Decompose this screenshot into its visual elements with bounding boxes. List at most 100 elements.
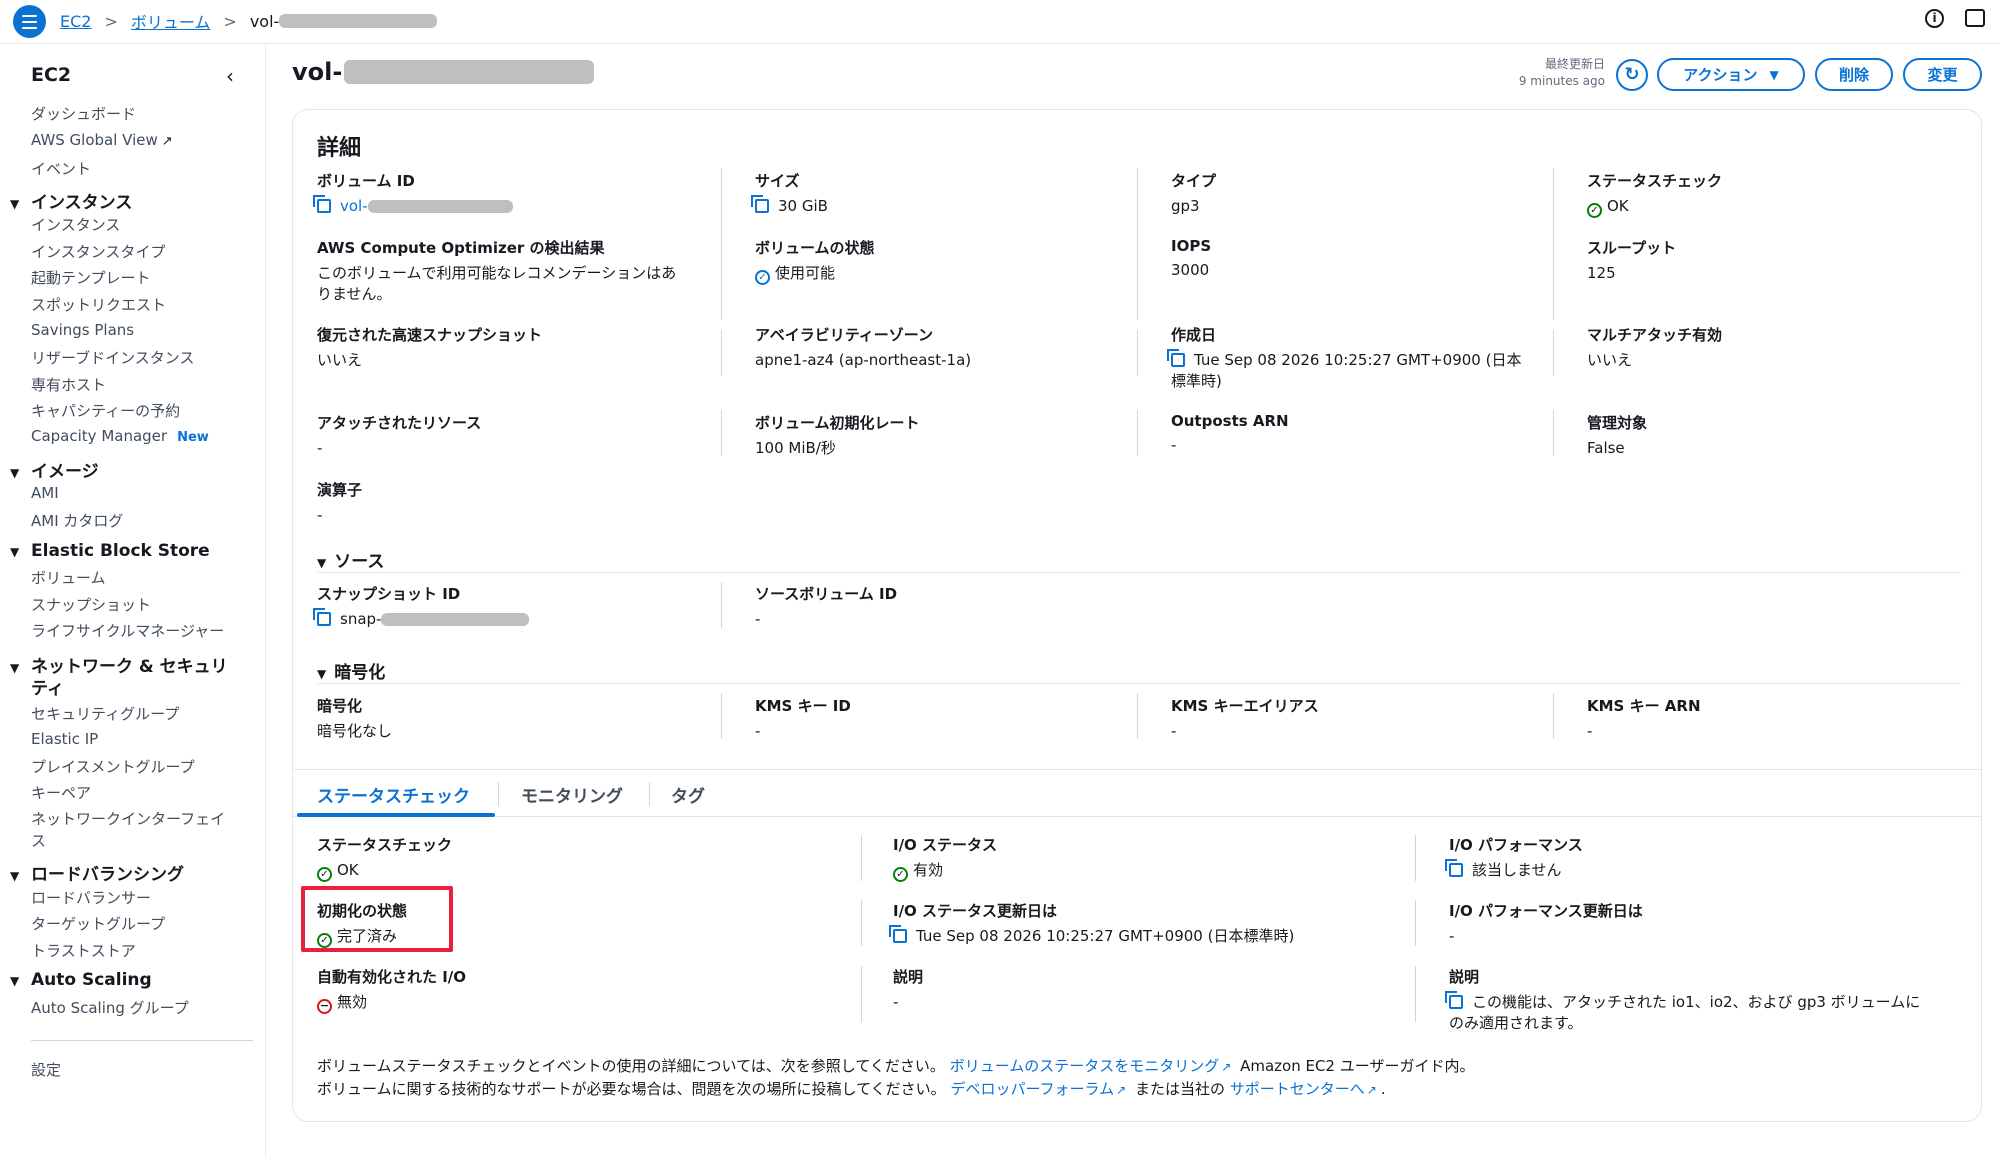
sidebar-item-key-pairs[interactable]: キーペア <box>31 782 91 803</box>
column-divider <box>721 168 722 320</box>
modify-button[interactable]: 変更 <box>1903 58 1982 91</box>
field-value: 100 MiB/秒 <box>755 439 836 457</box>
field-throughput: スループット 125 <box>1587 237 1676 284</box>
column-divider <box>1137 410 1138 456</box>
sidebar-section-label: Elastic Block Store <box>31 541 210 561</box>
sidebar-item-network-interfaces[interactable]: ネットワークインターフェイ <box>31 808 225 829</box>
field-description: 説明 - <box>893 966 923 1013</box>
copy-icon[interactable] <box>751 195 769 213</box>
menu-icon[interactable] <box>13 5 46 38</box>
copy-icon[interactable] <box>1445 991 1463 1009</box>
encryption-section-toggle[interactable]: ▼ 暗号化 <box>317 658 385 683</box>
breadcrumb-current: vol- <box>249 11 280 31</box>
sidebar-item-label: Capacity Manager <box>31 427 168 445</box>
field-label: 作成日 <box>1171 326 1217 344</box>
sidebar-item-settings[interactable]: 設定 <box>31 1059 61 1080</box>
field-label: 暗号化 <box>317 697 363 715</box>
sidebar-item-capacity-reservations[interactable]: キャパシティーの予約 <box>31 400 180 421</box>
minus-circle-icon: − <box>317 999 332 1014</box>
copy-icon[interactable] <box>313 608 331 626</box>
footer-text: . <box>1380 1080 1386 1098</box>
field-volume-state: ボリュームの状態 ✓ 使用可能 <box>755 237 875 285</box>
sidebar-item-global-view[interactable]: AWS Global View ↗ <box>31 131 173 149</box>
sidebar-item-elastic-ip[interactable]: Elastic IP <box>31 730 98 748</box>
field-value: 暗号化なし <box>317 722 393 740</box>
sidebar-item-placement-groups[interactable]: プレイスメントグループ <box>31 756 195 777</box>
sidebar-item-volumes[interactable]: ボリューム <box>31 567 106 588</box>
field-label: I/O ステータス更新日は <box>893 902 1058 920</box>
redacted-text <box>344 60 595 84</box>
sidebar-section-ebs[interactable]: ▼ Elastic Block Store <box>10 541 210 561</box>
footer-text: ボリュームステータスチェックとイベントの使用の詳細については、次を参照してくださ… <box>317 1057 945 1075</box>
breadcrumb: EC2 > ボリューム > vol- <box>60 9 438 33</box>
field-value: りません。 <box>317 285 392 303</box>
actions-button[interactable]: アクション ▼ <box>1657 58 1805 91</box>
developer-forum-link[interactable]: デベロッパーフォーラム <box>950 1080 1114 1098</box>
caret-down-icon: ▼ <box>10 974 20 988</box>
refresh-icon[interactable]: ↻ <box>1616 59 1648 91</box>
sidebar-item-security-groups[interactable]: セキュリティグループ <box>31 703 179 724</box>
sidebar-section-load-balancing[interactable]: ▼ ロードバランシング <box>10 860 184 885</box>
sidebar-item-instance-types[interactable]: インスタンスタイプ <box>31 241 165 262</box>
copy-icon[interactable] <box>889 925 907 943</box>
sidebar-item-trust-stores[interactable]: トラストストア <box>31 940 136 961</box>
sidebar-item-dedicated-hosts[interactable]: 専有ホスト <box>31 374 106 395</box>
column-divider <box>861 900 862 946</box>
chevron-left-icon[interactable]: ‹ <box>226 64 234 88</box>
monitor-volume-status-link[interactable]: ボリュームのステータスをモニタリング <box>950 1057 1220 1075</box>
copy-icon[interactable] <box>1445 859 1463 877</box>
field-label: IOPS <box>1171 237 1212 255</box>
field-value: - <box>1449 927 1455 945</box>
top-bar: EC2 > ボリューム > vol- i <box>0 0 2000 44</box>
field-fast-snapshot: 復元された高速スナップショット いいえ <box>317 324 542 371</box>
sidebar-section-auto-scaling[interactable]: ▼ Auto Scaling <box>10 970 152 990</box>
field-kms-alias: KMS キーエイリアス - <box>1171 695 1319 742</box>
sidebar-item-instances[interactable]: インスタンス <box>31 214 120 235</box>
field-iops: IOPS 3000 <box>1171 237 1211 281</box>
sidebar-section-images[interactable]: ▼ イメージ <box>10 457 99 482</box>
sidebar-item-load-balancers[interactable]: ロードバランサー <box>31 887 151 908</box>
support-center-link[interactable]: サポートセンターへ <box>1230 1080 1365 1098</box>
sidebar-item-savings-plans[interactable]: Savings Plans <box>31 321 134 339</box>
field-value: - <box>1587 722 1593 740</box>
sidebar-item-auto-scaling-groups[interactable]: Auto Scaling グループ <box>31 997 189 1018</box>
sidebar-item-events[interactable]: イベント <box>31 158 91 179</box>
sidebar-section-instances[interactable]: ▼ インスタンス <box>10 188 132 213</box>
sidebar-item-lifecycle-manager[interactable]: ライフサイクルマネージャー <box>31 620 224 641</box>
info-icon[interactable]: i <box>1925 9 1944 28</box>
field-value: snap- <box>340 610 382 628</box>
field-created: 作成日 Tue Sep 08 2026 10:25:27 GMT+0900 (日… <box>1167 324 1541 392</box>
sidebar-item-network-interfaces-cont[interactable]: ス <box>31 830 46 851</box>
field-label: AWS Compute Optimizer の検出結果 <box>317 239 605 257</box>
tab-tags[interactable]: タグ <box>671 782 705 807</box>
sidebar-item-capacity-manager[interactable]: Capacity Manager New <box>31 427 209 445</box>
external-link-icon: ↗ <box>161 134 173 149</box>
active-tab-indicator <box>297 813 495 817</box>
volume-id-link[interactable]: vol- <box>340 197 368 215</box>
delete-button[interactable]: 削除 <box>1815 58 1893 91</box>
sidebar-item-spot-requests[interactable]: スポットリクエスト <box>31 294 166 315</box>
caret-down-icon: ▼ <box>317 556 327 570</box>
sidebar-item-ami[interactable]: AMI <box>31 484 59 502</box>
sidebar-item-dashboard[interactable]: ダッシュボード <box>31 103 136 124</box>
field-label: KMS キーエイリアス <box>1171 697 1319 715</box>
copy-icon[interactable] <box>1167 349 1185 367</box>
sidebar-item-ami-catalog[interactable]: AMI カタログ <box>31 510 123 531</box>
tab-status-checks[interactable]: ステータスチェック <box>317 782 470 807</box>
copy-icon[interactable] <box>313 195 331 213</box>
field-value: 使用可能 <box>775 264 836 282</box>
sidebar-section-label: インスタンス <box>31 193 133 213</box>
breadcrumb-volumes[interactable]: ボリューム <box>131 9 211 33</box>
feedback-icon[interactable] <box>1965 9 1985 27</box>
sidebar-item-target-groups[interactable]: ターゲットグループ <box>31 913 165 934</box>
field-value: 3000 <box>1171 261 1210 279</box>
field-label: ステータスチェック <box>1587 172 1723 190</box>
sidebar-item-snapshots[interactable]: スナップショット <box>31 594 151 615</box>
new-badge: New <box>177 430 209 445</box>
tab-monitoring[interactable]: モニタリング <box>521 782 623 807</box>
sidebar-item-reserved-instances[interactable]: リザーブドインスタンス <box>31 347 195 368</box>
source-section-toggle[interactable]: ▼ ソース <box>317 547 384 572</box>
field-label: マルチアタッチ有効 <box>1587 326 1723 344</box>
breadcrumb-ec2[interactable]: EC2 <box>60 12 91 31</box>
sidebar-item-launch-templates[interactable]: 起動テンプレート <box>31 267 151 288</box>
